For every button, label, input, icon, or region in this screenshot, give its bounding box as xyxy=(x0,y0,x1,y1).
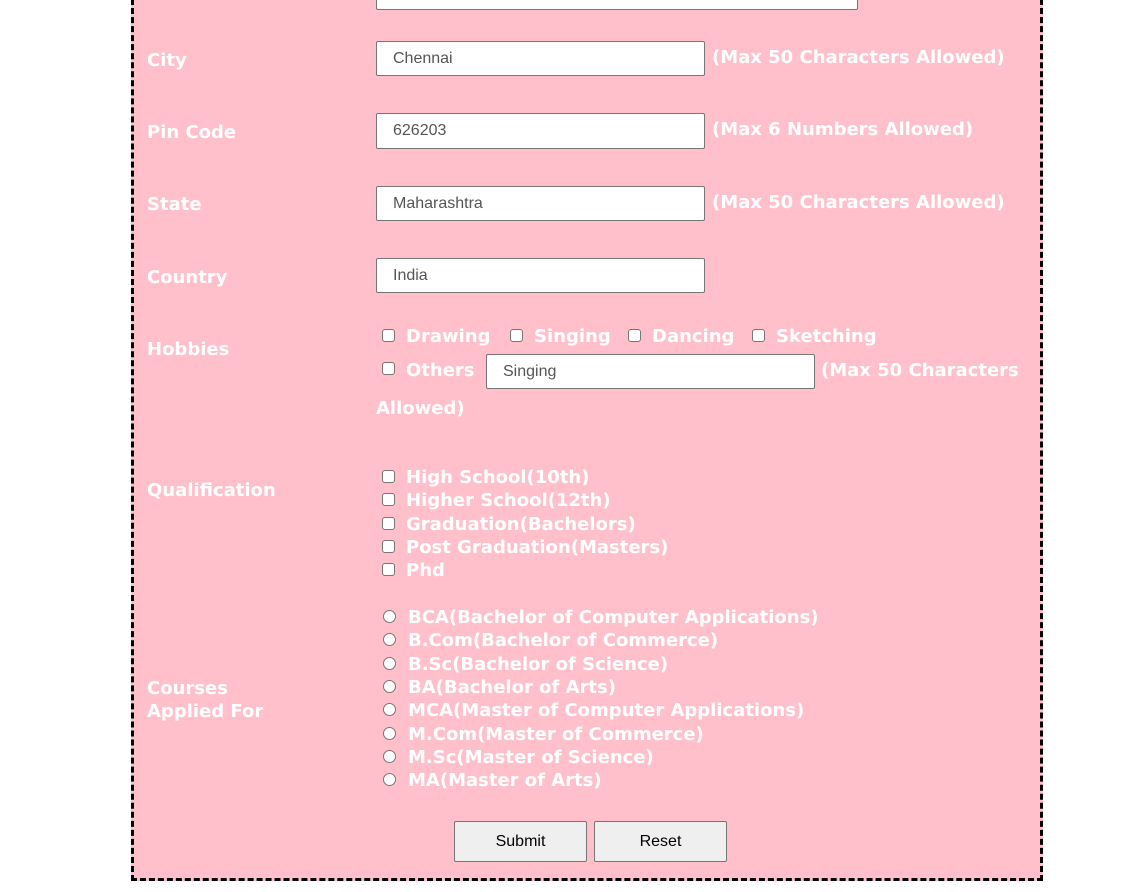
courses-label: Courses Applied For xyxy=(147,677,263,723)
qualification-checkbox[interactable] xyxy=(382,493,395,507)
hobby-sketching-label: Sketching xyxy=(776,326,877,347)
qualification-option: Post Graduation(Masters) xyxy=(406,536,669,558)
courses-label-line2: Applied For xyxy=(147,701,264,722)
hobby-others-label: Others xyxy=(406,360,475,381)
pin-code-hint: (Max 6 Numbers Allowed) xyxy=(712,119,974,140)
qualification-option: Higher School(12th) xyxy=(406,490,611,512)
state-input[interactable]: Maharashtra xyxy=(376,186,705,221)
course-option: MCA(Master of Computer Applications) xyxy=(408,700,805,722)
hobbies-hint: (Max 50 Characters xyxy=(821,360,1019,381)
state-hint: (Max 50 Characters Allowed) xyxy=(712,192,1005,213)
city-input[interactable]: Chennai xyxy=(376,41,705,76)
reset-button[interactable]: Reset xyxy=(594,821,727,862)
hobby-others-input[interactable]: Singing xyxy=(486,354,815,389)
hobby-drawing-checkbox[interactable] xyxy=(382,329,395,342)
course-option: BA(Bachelor of Arts) xyxy=(408,676,616,698)
address-textarea[interactable] xyxy=(376,0,858,10)
city-hint: (Max 50 Characters Allowed) xyxy=(712,47,1005,68)
hobby-others-checkbox[interactable] xyxy=(382,362,395,375)
qualification-label: Qualification xyxy=(147,480,276,501)
pin-code-label: Pin Code xyxy=(147,122,237,143)
hobby-singing-label: Singing xyxy=(534,326,611,347)
qualification-checkbox[interactable] xyxy=(382,563,395,577)
course-option: MA(Master of Arts) xyxy=(408,770,602,792)
courses-label-line1: Courses xyxy=(147,678,228,699)
country-input[interactable]: India xyxy=(376,258,705,293)
course-radio[interactable] xyxy=(383,773,396,787)
course-option: M.Sc(Master of Science) xyxy=(408,746,654,768)
course-radio[interactable] xyxy=(383,749,396,763)
qualification-checkbox[interactable] xyxy=(382,516,395,530)
course-radio[interactable] xyxy=(383,726,396,740)
pin-code-input[interactable]: 626203 xyxy=(376,113,705,149)
country-label: Country xyxy=(147,267,228,288)
qualification-checkbox[interactable] xyxy=(382,470,395,483)
qualification-option: Phd xyxy=(406,560,445,582)
course-option: M.Com(Master of Commerce) xyxy=(408,723,704,745)
course-option: B.Sc(Bachelor of Science) xyxy=(408,653,669,675)
course-radio[interactable] xyxy=(383,656,396,670)
city-label: City xyxy=(147,50,187,71)
hobby-sketching-checkbox[interactable] xyxy=(752,329,765,342)
course-option: B.Com(Bachelor of Commerce) xyxy=(408,630,719,652)
hobbies-hint-cont: Allowed) xyxy=(376,398,465,419)
state-label: State xyxy=(147,194,202,215)
submit-button[interactable]: Submit xyxy=(454,821,587,862)
course-radio[interactable] xyxy=(383,679,396,693)
course-radio[interactable] xyxy=(383,610,396,623)
qualification-option: High School(10th) xyxy=(406,467,590,488)
qualification-checkbox[interactable] xyxy=(382,539,395,553)
hobby-singing-checkbox[interactable] xyxy=(510,329,523,342)
qualification-option: Graduation(Bachelors) xyxy=(406,513,636,535)
hobby-dancing-label: Dancing xyxy=(652,326,735,347)
hobbies-label: Hobbies xyxy=(147,339,230,360)
course-option: BCA(Bachelor of Computer Applications) xyxy=(408,607,819,628)
hobby-drawing-label: Drawing xyxy=(406,326,491,347)
hobby-dancing-checkbox[interactable] xyxy=(628,329,641,342)
